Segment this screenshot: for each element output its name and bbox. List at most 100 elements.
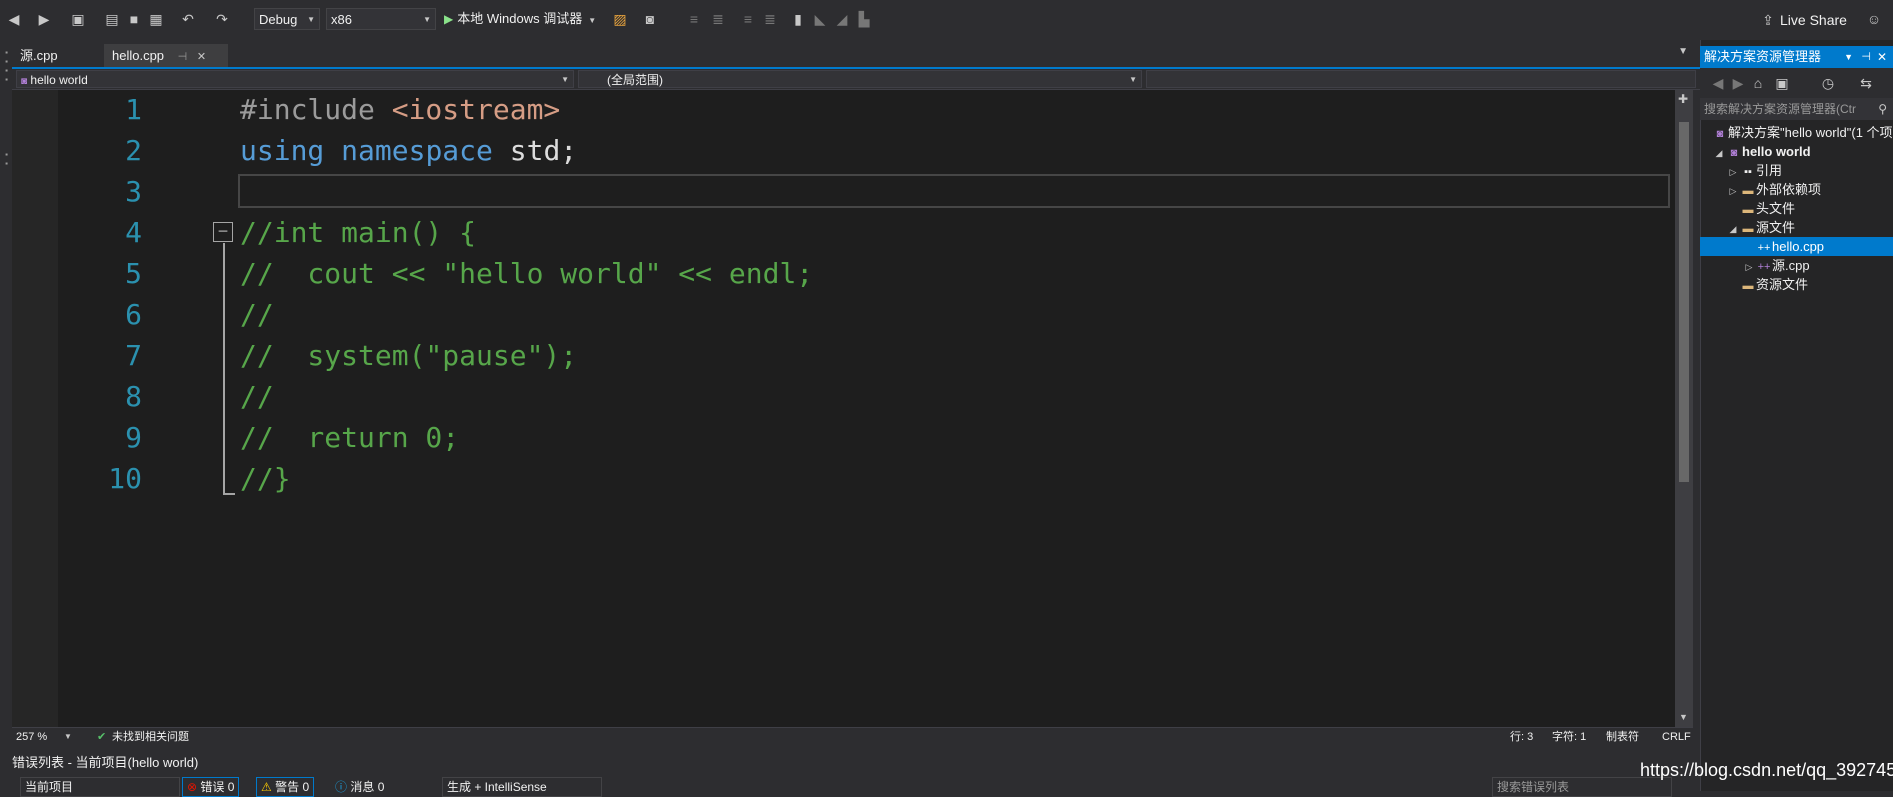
solution-explorer-toolbar: ◀ ▶ ⌂ ▣ ◷ ⇆ [1700,68,1893,98]
chevron-down-icon: ▼ [588,16,597,25]
preprocessor-token: #include [240,93,392,126]
navigation-bar: ◙ hello world ▼ (全局范围) ▼ [12,69,1700,90]
warnings-filter-button[interactable]: ⚠ 警告 0 [256,777,315,797]
code-line-9: // return 0; [240,421,460,454]
project-dropdown[interactable]: ◙ hello world ▼ [16,70,574,88]
tree-source-files[interactable]: ◢ ▬ 源文件 [1726,218,1795,237]
next-bookmark-icon[interactable]: ◢ [834,11,850,27]
solution-search-input[interactable]: 搜索解决方案资源管理器(Ctr ⚲ [1700,98,1893,120]
project-value: hello world [30,73,88,87]
scope-dropdown[interactable]: (全局范围) ▼ [578,70,1142,88]
back-icon[interactable]: ◀ [1710,75,1726,91]
chevron-down-icon[interactable]: ▼ [1844,46,1853,68]
camera-icon[interactable]: ◙ [642,11,658,27]
forward-icon[interactable]: ▶ [1730,75,1746,91]
indent-indicator[interactable]: 制表符 [1606,728,1639,746]
member-dropdown[interactable] [1146,70,1696,88]
project-icon: ◙ [21,76,28,87]
chevron-down-icon: ▼ [307,15,315,24]
tree-project[interactable]: ◢ ◙ hello world [1712,142,1811,161]
info-icon: ⓘ [335,780,348,794]
step-icon[interactable]: ≡ [686,11,702,27]
line-number: 2 [125,134,142,167]
collapse-icon[interactable]: − [213,222,233,242]
bookmark-icon[interactable]: ▮ [790,11,806,27]
tab-overflow-icon[interactable]: ▼ [1678,46,1688,57]
messages-filter-button[interactable]: ⓘ 消息 0 [330,777,389,797]
save-all-icon[interactable]: ▦ [148,11,164,27]
tab-hello-cpp[interactable]: hello.cpp ⊣ ✕ [104,44,228,67]
zoom-level[interactable]: 257 % [16,728,47,746]
tree-file-source-cpp[interactable]: ▷ ++ 源.cpp [1742,256,1810,275]
live-share-button[interactable]: Live Share [1780,9,1847,31]
line-number: 5 [125,257,142,290]
prev-bookmark-icon[interactable]: ◣ [812,11,828,27]
split-icon[interactable]: ✚ [1678,92,1688,106]
pin-icon[interactable]: ⊣ [178,51,188,63]
build-filter-dropdown[interactable]: 生成 + IntelliSense [442,777,602,797]
tree-resource-files[interactable]: ▬ 资源文件 [1726,275,1809,294]
tab-source-cpp[interactable]: 源.cpp [12,44,66,67]
uncomment-icon[interactable]: ≣ [762,11,778,27]
issues-status[interactable]: 未找到相关问题 [112,728,189,746]
switch-view-icon[interactable]: ▣ [1774,75,1790,91]
include-path-token: <iostream> [391,93,561,126]
solution-explorer-title: 解决方案资源管理器 [1704,49,1822,64]
account-icon[interactable]: ☺ [1866,11,1882,27]
sync-icon[interactable]: ⇆ [1858,75,1874,91]
undo-icon[interactable]: ↶ [180,11,196,27]
step-over-icon[interactable]: ≣ [710,11,726,27]
tree-label: 源文件 [1756,220,1796,235]
keyword-token: namespace [341,134,493,167]
error-list-title: 错误列表 - 当前项目(hello world) [12,752,1693,774]
close-icon[interactable]: ✕ [1877,46,1887,68]
open-folder-icon[interactable]: ▤ [104,11,120,27]
attach-icon[interactable]: ▨ [612,11,628,27]
clear-bookmark-icon[interactable]: ▙ [856,11,872,27]
code-line-2: using namespace std; [240,131,577,171]
platform-dropdown[interactable]: x86 ▼ [326,8,436,30]
home-icon[interactable]: ⌂ [1750,75,1766,91]
chevron-down-icon[interactable]: ▼ [64,728,72,746]
error-scope-value: 当前项目 [25,780,74,794]
error-icon: ⊗ [187,780,198,794]
server-explorer-tab[interactable]: ▪▪▪▪ [1,48,11,138]
line-number: 9 [125,421,142,454]
scope-value: (全局范围) [607,73,663,87]
errors-filter-button[interactable]: ⊗ 错误 0 [182,777,240,797]
new-project-icon[interactable]: ▣ [70,11,86,27]
back-icon[interactable]: ◀ [6,11,22,27]
tree-label: 外部依赖项 [1756,182,1822,197]
scrollbar-thumb[interactable] [1679,122,1689,482]
history-icon[interactable]: ◷ [1820,75,1836,91]
play-icon: ▶ [444,12,454,26]
error-list-title-text: 错误列表 - 当前项目(hello world) [12,755,199,770]
error-scope-dropdown[interactable]: 当前项目 [20,777,180,797]
redo-icon[interactable]: ↷ [214,11,230,27]
toolbox-tab[interactable]: ▪▪ [1,150,11,190]
comment-icon[interactable]: ≡ [740,11,756,27]
share-icon[interactable]: ⇪ [1760,12,1776,28]
tree-solution[interactable]: ◙ 解决方案"hello world"(1 个项 [1712,123,1893,142]
tree-label: 头文件 [1756,201,1796,216]
tree-external-deps[interactable]: ▷ ▬ 外部依赖项 [1726,180,1821,199]
expanded-icon[interactable]: ◢ [1712,144,1726,163]
code-line-6: // [240,298,274,331]
scroll-down-icon[interactable]: ▼ [1679,712,1688,722]
config-dropdown[interactable]: Debug ▼ [254,8,320,30]
close-icon[interactable]: ✕ [197,51,206,63]
pin-icon[interactable]: ⊣ [1861,46,1871,68]
run-debugger-button[interactable]: ▶ 本地 Windows 调试器 ▼ [444,8,596,30]
platform-value: x86 [331,12,352,27]
tree-label: hello world [1742,144,1811,159]
tree-file-hello-cpp[interactable]: ++ hello.cpp [1700,237,1893,256]
tree-references[interactable]: ▷ ▪▪ 引用 [1726,161,1782,180]
tree-header-files[interactable]: ▬ 头文件 [1726,199,1796,218]
forward-icon[interactable]: ▶ [36,11,52,27]
watermark: https://blog.csdn.net/qq_39274501 [1640,760,1893,780]
check-icon: ✔ [97,731,107,743]
search-icon[interactable]: ⚲ [1878,98,1887,120]
eol-indicator[interactable]: CRLF [1662,728,1691,746]
save-icon[interactable]: ■ [126,11,142,27]
editor-margin [12,90,58,728]
